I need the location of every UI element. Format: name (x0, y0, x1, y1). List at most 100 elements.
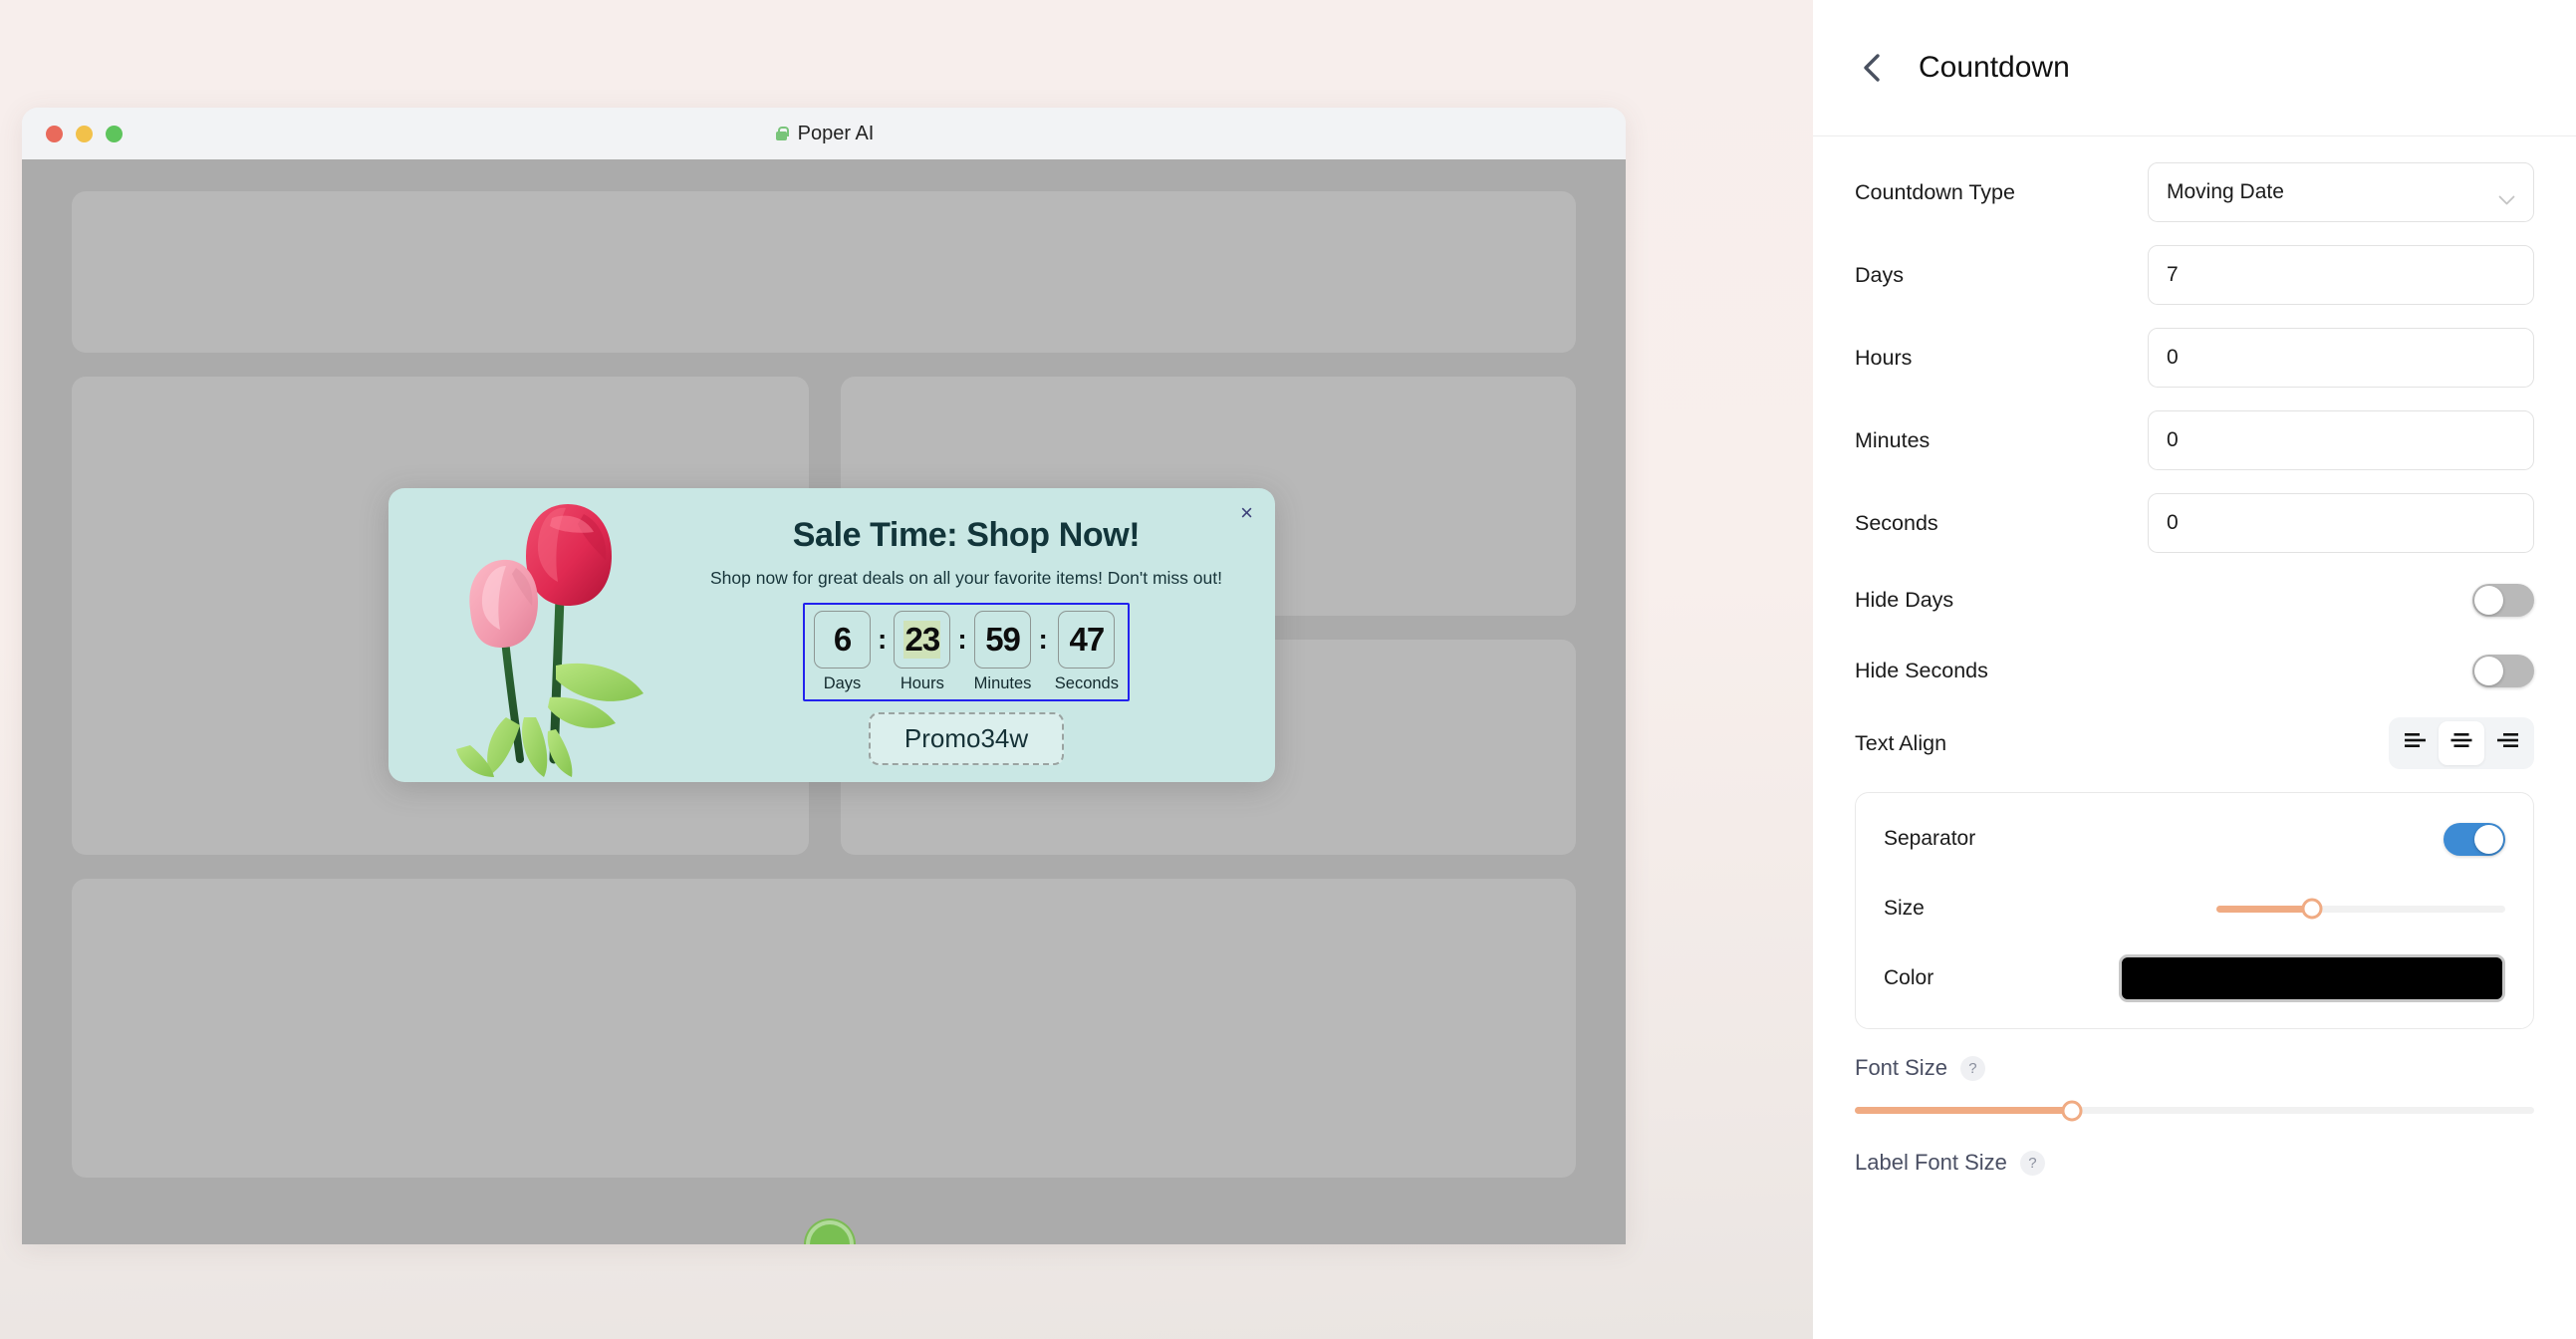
toggle-knob (2474, 824, 2503, 854)
row-text-align: Text Align (1855, 717, 2534, 769)
control-separator-color (2119, 954, 2505, 1002)
panel-body: Countdown Type Moving Date Days 7 Hours … (1813, 136, 2576, 1176)
countdown-value-minutes: 59 (974, 611, 1032, 670)
countdown-type-select[interactable]: Moving Date (2148, 162, 2534, 222)
align-left-icon (2403, 731, 2429, 756)
control-text-align (2148, 717, 2534, 769)
label-font-size-row: Label Font Size ? (1855, 1150, 2534, 1176)
countdown-separator: : (1038, 624, 1048, 656)
countdown-label-seconds: Seconds (1054, 674, 1119, 693)
countdown-unit-minutes: 59 Minutes (973, 611, 1032, 693)
countdown-label-days: Days (823, 674, 862, 693)
label-minutes: Minutes (1855, 427, 1931, 452)
window-title: Poper AI (797, 122, 875, 144)
countdown-type-value: Moving Date (2167, 180, 2284, 203)
minutes-input[interactable]: 0 (2148, 410, 2534, 470)
promo-code-box[interactable]: Promo34w (868, 712, 1065, 766)
control-seconds: 0 (2148, 493, 2534, 553)
seconds-input[interactable]: 0 (2148, 493, 2534, 553)
row-countdown-type: Countdown Type Moving Date (1855, 162, 2534, 222)
row-separator-color: Color (1884, 954, 2505, 1002)
control-countdown-type: Moving Date (2148, 162, 2534, 222)
days-input[interactable]: 7 (2148, 245, 2534, 305)
label-text-align: Text Align (1855, 730, 1947, 755)
chevron-left-icon[interactable] (1859, 54, 1885, 82)
row-hide-seconds: Hide Seconds (1855, 647, 2534, 694)
help-icon[interactable]: ? (2019, 1150, 2045, 1176)
countdown-unit-seconds: 47 Seconds (1055, 611, 1119, 693)
label-hours: Hours (1855, 345, 1913, 370)
row-hide-days: Hide Days (1855, 576, 2534, 624)
countdown-value-days: 6 (814, 611, 871, 670)
label-label-font-size: Label Font Size (1855, 1150, 2007, 1175)
countdown-unit-hours: 23 Hours (894, 611, 951, 693)
preview-canvas: Poper AI × Sale Time: Shop Now! Shop now… (0, 0, 1813, 1339)
countdown-value-seconds: 47 (1058, 611, 1116, 670)
app-root: Poper AI × Sale Time: Shop Now! Shop now… (0, 0, 2576, 1339)
font-size-label-row: Font Size ? (1855, 1055, 2534, 1081)
tulip-illustration (388, 488, 687, 782)
separator-size-slider[interactable] (2216, 898, 2505, 920)
popup-title: Sale Time: Shop Now! (792, 516, 1141, 554)
label-hide-seconds: Hide Seconds (1855, 658, 1988, 682)
popup-preview: × Sale Time: Shop Now! Shop now for grea… (388, 488, 1275, 782)
hide-seconds-toggle[interactable] (2472, 654, 2534, 687)
slider-fill (2216, 905, 2312, 913)
countdown-value-hours-text: 23 (903, 621, 941, 660)
popup-content: Sale Time: Shop Now! Shop now for great … (687, 488, 1275, 782)
control-separator-size (2119, 898, 2505, 920)
chevron-down-icon (2498, 187, 2515, 205)
align-center-icon (2448, 731, 2474, 756)
control-hide-seconds (2148, 654, 2534, 687)
row-minutes: Minutes 0 (1855, 410, 2534, 470)
countdown-widget-selected[interactable]: 6 Days : 23 Hours : 59 Minutes: 47 Seco… (803, 603, 1130, 702)
control-hide-days (2148, 583, 2534, 617)
help-icon[interactable]: ? (1959, 1055, 1985, 1081)
countdown-value-hours: 23 (894, 611, 951, 670)
lock-icon (774, 126, 789, 142)
toggle-knob (2474, 656, 2503, 685)
live-status-indicator[interactable] (806, 1220, 854, 1244)
browser-titlebar: Poper AI (22, 108, 1626, 159)
label-days: Days (1855, 262, 1904, 287)
countdown-unit-days: 6 Days (814, 611, 871, 693)
separator-color-swatch[interactable] (2119, 954, 2505, 1002)
slider-thumb[interactable] (2301, 898, 2323, 920)
countdown-separator: : (878, 624, 888, 656)
countdown-label-minutes: Minutes (973, 674, 1032, 693)
row-seconds: Seconds 0 (1855, 493, 2534, 553)
row-separator: Separator (1884, 815, 2505, 863)
popup-close-icon[interactable]: × (1240, 502, 1253, 524)
hours-input[interactable]: 0 (2148, 328, 2534, 388)
popup-subtitle: Shop now for great deals on all your fav… (709, 568, 1222, 588)
hide-days-toggle[interactable] (2472, 583, 2534, 617)
label-separator-color: Color (1884, 966, 1934, 989)
countdown-separator: : (957, 624, 967, 656)
font-size-slider[interactable] (1855, 1100, 2534, 1121)
countdown-label-hours: Hours (900, 674, 944, 693)
label-seconds: Seconds (1855, 510, 1938, 535)
control-days: 7 (2148, 245, 2534, 305)
toggle-knob (2474, 585, 2503, 615)
align-right-icon (2494, 731, 2520, 756)
slider-thumb[interactable] (2061, 1100, 2083, 1121)
content-placeholder (72, 191, 1576, 353)
countdown-row: 6 Days : 23 Hours : 59 Minutes: 47 Seco… (814, 611, 1119, 693)
align-left-button[interactable] (2393, 721, 2439, 765)
separator-card: Separator Size Color (1855, 792, 2534, 1029)
label-hide-days: Hide Days (1855, 587, 1954, 612)
label-font-size: Font Size (1855, 1055, 1947, 1080)
label-separator-size: Size (1884, 897, 1925, 920)
align-center-button[interactable] (2439, 721, 2484, 765)
control-hours: 0 (2148, 328, 2534, 388)
browser-tab: Poper AI (22, 123, 1626, 145)
row-days: Days 7 (1855, 245, 2534, 305)
text-align-group (2389, 717, 2534, 769)
align-right-button[interactable] (2484, 721, 2530, 765)
settings-panel: Countdown Countdown Type Moving Date Day… (1813, 0, 2576, 1339)
slider-fill (1855, 1107, 2073, 1114)
separator-toggle[interactable] (2444, 822, 2505, 856)
label-countdown-type: Countdown Type (1855, 179, 2015, 204)
panel-header: Countdown (1813, 0, 2576, 136)
